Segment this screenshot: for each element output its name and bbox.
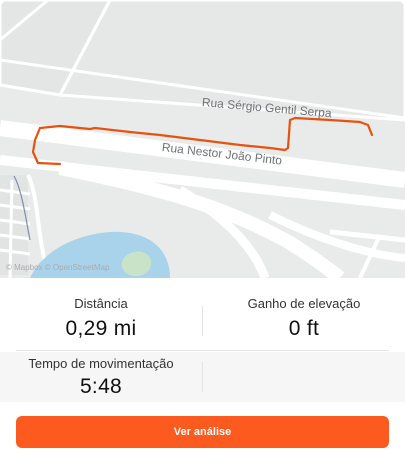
activity-stats: Distância 0,29 mi Ganho de elevação 0 ft… — [0, 278, 405, 450]
view-analysis-button[interactable]: Ver análise — [16, 416, 389, 448]
activity-map[interactable]: Rua Sérgio Gentil Serpa Rua Nestor João … — [0, 0, 405, 278]
moving-time-label: Tempo de movimentação — [28, 355, 174, 371]
row-divider — [16, 350, 389, 351]
distance-label: Distância — [74, 295, 128, 311]
elevation-label: Ganho de elevação — [247, 295, 361, 311]
map-attribution: © Mapbox © OpenStreetMap — [6, 263, 110, 272]
distance-stat: Distância 0,29 mi — [0, 288, 202, 348]
moving-time-row: Tempo de movimentação 5:48 — [0, 352, 405, 402]
map-canvas — [0, 0, 405, 278]
moving-time-value: 5:48 — [79, 374, 123, 398]
elevation-value: 0 ft — [288, 316, 320, 340]
moving-time-stat: Tempo de movimentação 5:48 — [0, 352, 202, 402]
distance-value: 0,29 mi — [65, 316, 137, 340]
stat-divider — [202, 362, 203, 392]
elevation-stat: Ganho de elevação 0 ft — [203, 288, 405, 348]
